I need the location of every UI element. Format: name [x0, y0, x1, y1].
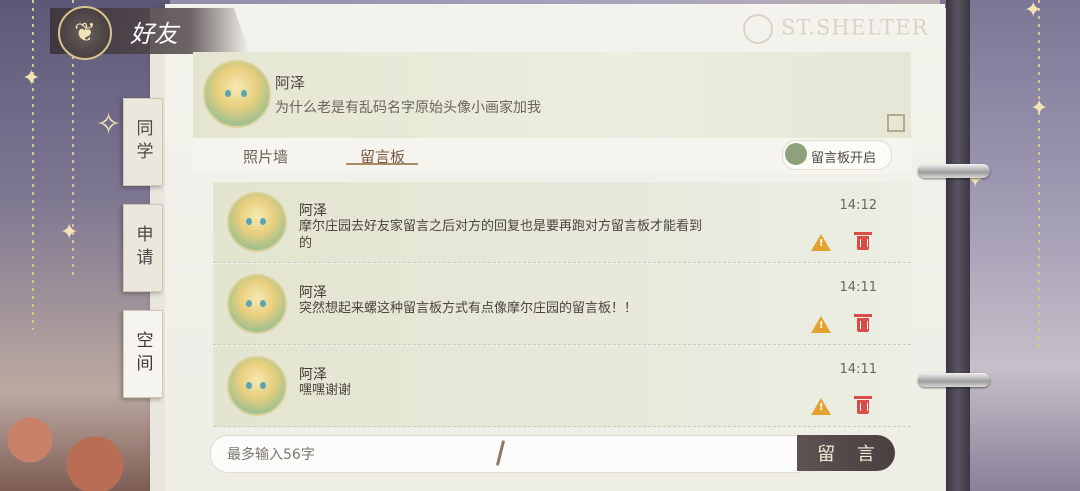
edit-icon[interactable] [887, 114, 905, 132]
star-icon: ✧ [96, 107, 122, 142]
decor-chain [1038, 0, 1040, 350]
notebook-binding [946, 0, 970, 491]
profile-header: 阿泽 为什么老是有乱码名字原始头像小画家加我 [193, 52, 911, 138]
star-icon: ✦ [1024, 0, 1043, 23]
message-text: 摩尔庄园去好友家留言之后对方的回复也是要再跑对方留言板才能看到的 [299, 219, 703, 251]
side-tab-space[interactable]: 空间 [123, 310, 163, 398]
butterfly-icon: ❦ [58, 6, 112, 60]
message-time: 14:11 [839, 362, 877, 377]
profile-signature: 为什么老是有乱码名字原始头像小画家加我 [275, 100, 541, 116]
crest-icon [743, 14, 773, 44]
avatar[interactable] [227, 192, 287, 252]
avatar-eye [246, 218, 252, 225]
delete-icon[interactable] [854, 232, 872, 250]
decor-chain [32, 0, 34, 330]
message-list[interactable]: 阿泽 摩尔庄园去好友家留言之后对方的回复也是要再跑对方留言板才能看到的 14:1… [193, 178, 911, 430]
report-icon[interactable]: ! [811, 398, 831, 415]
message-item: 阿泽 突然想起来螺这种留言板方式有点像摩尔庄园的留言板！！ 14:11 ! [213, 264, 911, 345]
message-board-toggle[interactable]: 留言板开启 [782, 140, 892, 170]
star-icon: ✦ [1030, 96, 1049, 121]
avatar-eye [241, 90, 247, 97]
side-tab-label: 申请 [132, 225, 153, 271]
toggle-label: 留言板开启 [811, 151, 877, 166]
avatar-eye [225, 90, 231, 97]
profile-name: 阿泽 [275, 74, 306, 92]
report-icon[interactable]: ! [811, 234, 831, 251]
binder-ring [918, 164, 990, 178]
binder-ring [918, 373, 990, 387]
page-title: 好友 [130, 20, 178, 48]
toggle-knob [785, 143, 807, 165]
message-item: 阿泽 摩尔庄园去好友家留言之后对方的回复也是要再跑对方留言板才能看到的 14:1… [213, 182, 911, 263]
message-author: 阿泽 [299, 285, 327, 301]
report-icon[interactable]: ! [811, 316, 831, 333]
avatar[interactable] [227, 274, 287, 334]
message-time: 14:12 [839, 198, 877, 213]
message-input-bar [210, 435, 800, 473]
side-tab-classmates[interactable]: 同学 [123, 98, 163, 186]
game-logo: ST.SHELTER [743, 14, 928, 44]
post-message-button[interactable]: 留 言 [797, 435, 895, 471]
tab-photo-wall[interactable]: 照片墙 [243, 146, 288, 167]
message-text: 突然想起来螺这种留言板方式有点像摩尔庄园的留言板！！ [299, 301, 638, 316]
message-author: 阿泽 [299, 367, 327, 383]
message-author: 阿泽 [299, 203, 327, 219]
avatar-eye [260, 382, 266, 389]
message-item: 阿泽 嘿嘿谢谢 14:11 ! [213, 346, 911, 427]
message-text: 嘿嘿谢谢 [299, 383, 352, 398]
star-icon: ✦ [60, 220, 79, 245]
message-time: 14:11 [839, 280, 877, 295]
delete-icon[interactable] [854, 314, 872, 332]
delete-icon[interactable] [854, 396, 872, 414]
star-icon: ✦ [22, 66, 41, 91]
avatar-eye [246, 382, 252, 389]
avatar[interactable] [227, 356, 287, 416]
tab-active-indicator [346, 163, 418, 165]
side-tab-label: 空间 [132, 331, 153, 377]
avatar-eye [260, 218, 266, 225]
avatar-eye [260, 300, 266, 307]
side-tab-label: 同学 [132, 119, 153, 165]
side-tab-requests[interactable]: 申请 [123, 204, 163, 292]
logo-text: ST.SHELTER [781, 15, 929, 40]
avatar-eye [246, 300, 252, 307]
avatar[interactable] [203, 60, 271, 128]
